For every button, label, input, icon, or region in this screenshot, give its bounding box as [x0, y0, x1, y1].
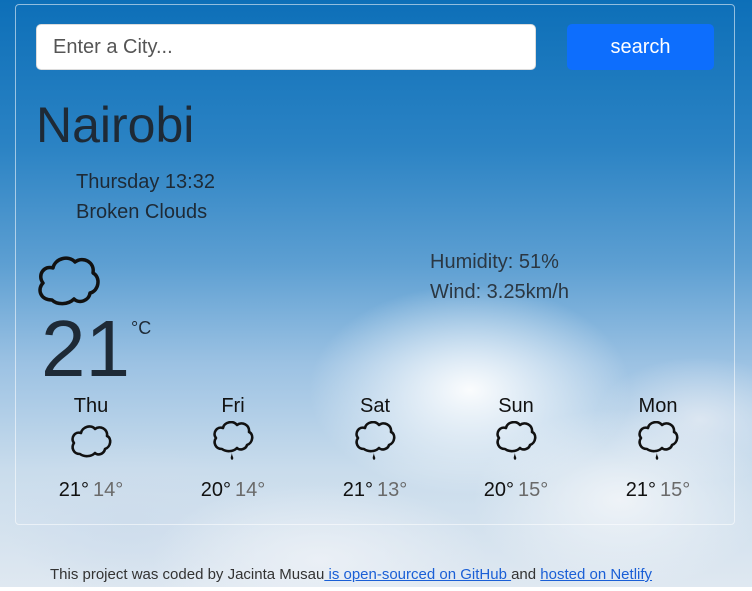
forecast-day: Sun 20° 15° — [471, 395, 561, 502]
netlify-link[interactable]: hosted on Netlify — [540, 566, 652, 583]
rain-cloud-icon — [213, 421, 254, 460]
footer-middle-text: and — [511, 566, 541, 583]
forecast-temps: 20° 14° — [188, 479, 278, 502]
forecast-day-name: Mon — [638, 395, 678, 417]
forecast-min-temp: 14° — [93, 479, 124, 501]
forecast-temps: 21° 13° — [330, 479, 420, 502]
forecast-day-name: Thu — [73, 395, 109, 417]
forecast-temps: 21° 14° — [46, 479, 136, 502]
temperature-unit[interactable]: °C — [131, 318, 151, 339]
forecast-day-name: Sat — [359, 395, 391, 417]
forecast-temps: 21° 15° — [613, 479, 703, 502]
forecast-max-temp: 20° — [200, 479, 231, 501]
weather-description: Broken Clouds — [76, 201, 208, 223]
forecast-min-temp: 15° — [518, 479, 549, 501]
rain-cloud-icon — [355, 421, 396, 460]
forecast-day: Fri 20° 14° — [188, 395, 278, 502]
humidity-reading: Humidity: 51% — [430, 251, 559, 273]
cloud-icon — [38, 256, 100, 306]
forecast-temps: 20° 15° — [471, 479, 561, 502]
forecast-day-name: Sun — [498, 395, 534, 417]
forecast-day-name: Fri — [221, 395, 245, 417]
forecast-max-temp: 20° — [483, 479, 514, 501]
rain-cloud-icon — [638, 421, 679, 460]
city-name: Nairobi — [36, 97, 195, 153]
cloud-icon — [71, 425, 112, 458]
forecast-day: Mon 21° 15° — [613, 395, 703, 502]
forecast-min-temp: 15° — [660, 479, 691, 501]
forecast-max-temp: 21° — [342, 479, 373, 501]
current-datetime: Thursday 13:32 — [76, 171, 215, 193]
footer-credit-text: This project was coded by Jacinta Musau — [50, 566, 325, 583]
forecast-day: Thu 21° 14° — [46, 395, 136, 502]
city-search-input[interactable] — [36, 24, 536, 70]
forecast-max-temp: 21° — [58, 479, 89, 501]
forecast-min-temp: 13° — [377, 479, 408, 501]
forecast-min-temp: 14° — [235, 479, 266, 501]
forecast-max-temp: 21° — [625, 479, 656, 501]
rain-cloud-icon — [496, 421, 537, 460]
search-button[interactable]: search — [567, 24, 714, 70]
github-link[interactable]: is open-sourced on GitHub — [324, 566, 511, 583]
current-temperature: 21 — [41, 304, 130, 393]
footer: This project was coded by Jacinta Musau … — [50, 566, 652, 583]
forecast-day: Sat 21° 13° — [330, 395, 420, 502]
wind-reading: Wind: 3.25km/h — [430, 281, 569, 303]
